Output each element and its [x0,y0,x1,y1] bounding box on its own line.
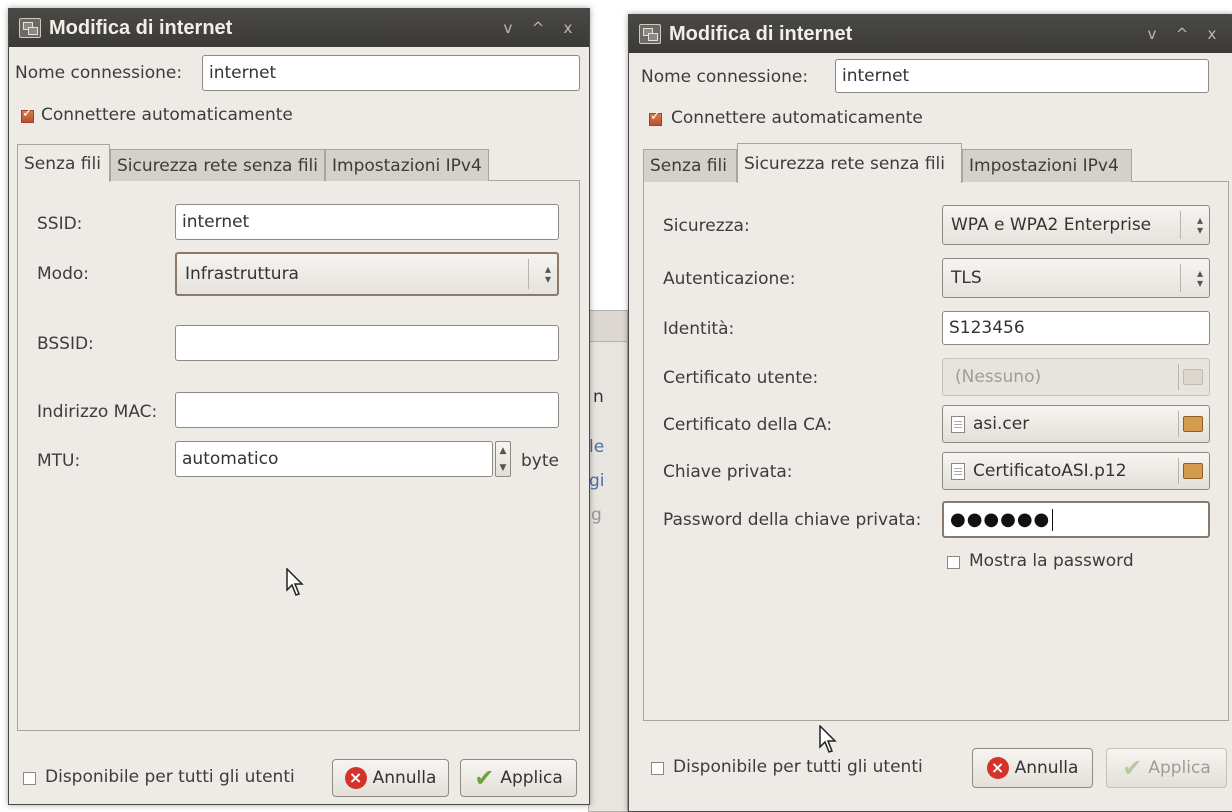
background-fragment: g [591,505,602,525]
tab-wireless-security[interactable]: Sicurezza rete senza fili [737,143,962,183]
mtu-spinner[interactable]: ▲ ▼ [495,441,511,477]
minimize-button[interactable]: v [495,17,521,39]
document-icon [951,415,965,433]
cancel-button[interactable]: × Annulla [972,748,1093,788]
edit-connection-dialog-security: Modifica di internet v ^ x Nome connessi… [628,14,1232,812]
connection-name-label: Nome connessione: [641,67,809,87]
background-window: n le gi g [588,310,628,812]
apply-button[interactable]: ✔ Applica [1106,748,1227,788]
password-dots: ●●●●●● [950,509,1051,530]
mode-label: Modo: [37,264,89,284]
maximize-button[interactable]: ^ [1169,23,1195,45]
authentication-select[interactable]: TLS ▴ ▾ [942,258,1210,298]
title-bar[interactable]: Modifica di internet v ^ x [629,15,1232,53]
connection-name-input[interactable]: internet [202,55,580,91]
network-app-icon [19,18,41,38]
cancel-icon: × [344,767,367,789]
mtu-input[interactable]: automatico [175,441,493,477]
mac-address-label: Indirizzo MAC: [37,402,158,422]
updown-icon: ▴ ▾ [1196,266,1203,290]
background-fragment: le [589,437,605,457]
auto-connect-label[interactable]: Connettere automaticamente [41,105,293,125]
apply-button-label: Applica [500,768,563,788]
bssid-label: BSSID: [37,334,94,354]
cancel-button-label: Annulla [372,768,437,788]
folder-open-icon [1183,416,1203,432]
apply-button-label: Applica [1148,758,1211,778]
show-password-checkbox[interactable] [947,556,960,569]
folder-open-icon [1183,369,1203,385]
close-button[interactable]: x [555,17,581,39]
checkmark-icon: ✔ [1122,754,1143,782]
background-fragment: n [593,387,604,407]
bssid-input[interactable] [175,325,559,361]
ca-certificate-value: asi.cer [973,414,1030,434]
text-caret [1052,508,1054,531]
all-users-label[interactable]: Disponibile per tutti gli utenti [45,767,295,787]
connection-name-label: Nome connessione: [15,63,183,83]
spin-down-icon[interactable]: ▼ [496,459,510,476]
mouse-pointer-icon [286,568,304,596]
tab-wireless[interactable]: Senza fili [17,144,110,182]
show-password-label[interactable]: Mostra la password [969,551,1134,571]
background-fragment: gi [589,471,605,491]
mode-select[interactable]: Infrastruttura ▴ ▾ [175,252,559,296]
window-title: Modifica di internet [669,23,853,45]
auto-connect-checkbox[interactable] [21,106,34,123]
private-key-chooser[interactable]: CertificatoASI.p12 [942,452,1210,490]
private-key-password-input[interactable]: ●●●●●● [942,501,1210,538]
all-users-label[interactable]: Disponibile per tutti gli utenti [673,757,923,777]
user-certificate-label: Certificato utente: [663,368,819,388]
identity-label: Identità: [663,319,735,339]
edit-connection-dialog-wireless: Modifica di internet v ^ x Nome connessi… [8,8,590,805]
background-window-bar [589,311,627,342]
ssid-input[interactable]: internet [175,204,559,240]
mtu-label: MTU: [37,451,81,471]
minimize-button[interactable]: v [1139,23,1165,45]
tab-ipv4-settings[interactable]: Impostazioni IPv4 [962,149,1132,182]
all-users-checkbox[interactable] [23,772,36,785]
private-key-label: Chiave privata: [663,462,793,482]
mouse-pointer-icon [819,725,837,753]
network-app-icon [639,24,661,44]
updown-icon: ▴ ▾ [1196,213,1203,237]
folder-open-icon [1183,463,1203,479]
connection-name-input[interactable]: internet [835,59,1209,93]
tab-wireless[interactable]: Senza fili [643,149,737,182]
user-certificate-chooser: (Nessuno) [942,358,1210,396]
mtu-unit: byte [521,451,559,471]
security-select-value: WPA e WPA2 Enterprise [951,215,1152,235]
spin-up-icon[interactable]: ▲ [496,442,510,459]
all-users-checkbox[interactable] [651,762,664,775]
apply-button[interactable]: ✔ Applica [460,759,577,797]
mode-select-value: Infrastruttura [185,264,299,284]
close-button[interactable]: x [1199,23,1225,45]
authentication-select-value: TLS [951,268,982,288]
updown-icon: ▴ ▾ [544,262,551,286]
cancel-button[interactable]: × Annulla [332,759,449,797]
private-key-password-label: Password della chiave privata: [663,510,922,530]
tab-ipv4-settings[interactable]: Impostazioni IPv4 [325,149,489,181]
authentication-label: Autenticazione: [663,269,796,289]
user-certificate-value: (Nessuno) [955,367,1042,387]
maximize-button[interactable]: ^ [525,17,551,39]
ssid-label: SSID: [37,214,83,234]
security-label: Sicurezza: [663,216,750,236]
auto-connect-checkbox[interactable] [649,109,662,126]
ca-certificate-chooser[interactable]: asi.cer [942,405,1210,443]
mac-address-input[interactable] [175,392,559,428]
title-bar[interactable]: Modifica di internet v ^ x [9,9,589,47]
identity-input[interactable]: S123456 [942,311,1210,345]
checkmark-icon: ✔ [474,764,495,792]
tab-wireless-security[interactable]: Sicurezza rete senza fili [110,149,325,181]
private-key-value: CertificatoASI.p12 [973,461,1127,481]
auto-connect-label[interactable]: Connettere automaticamente [671,108,923,128]
security-select[interactable]: WPA e WPA2 Enterprise ▴ ▾ [942,205,1210,245]
ca-certificate-label: Certificato della CA: [663,415,833,435]
cancel-icon: × [986,757,1009,779]
window-title: Modifica di internet [49,17,233,39]
document-icon [951,462,965,480]
cancel-button-label: Annulla [1014,758,1079,778]
